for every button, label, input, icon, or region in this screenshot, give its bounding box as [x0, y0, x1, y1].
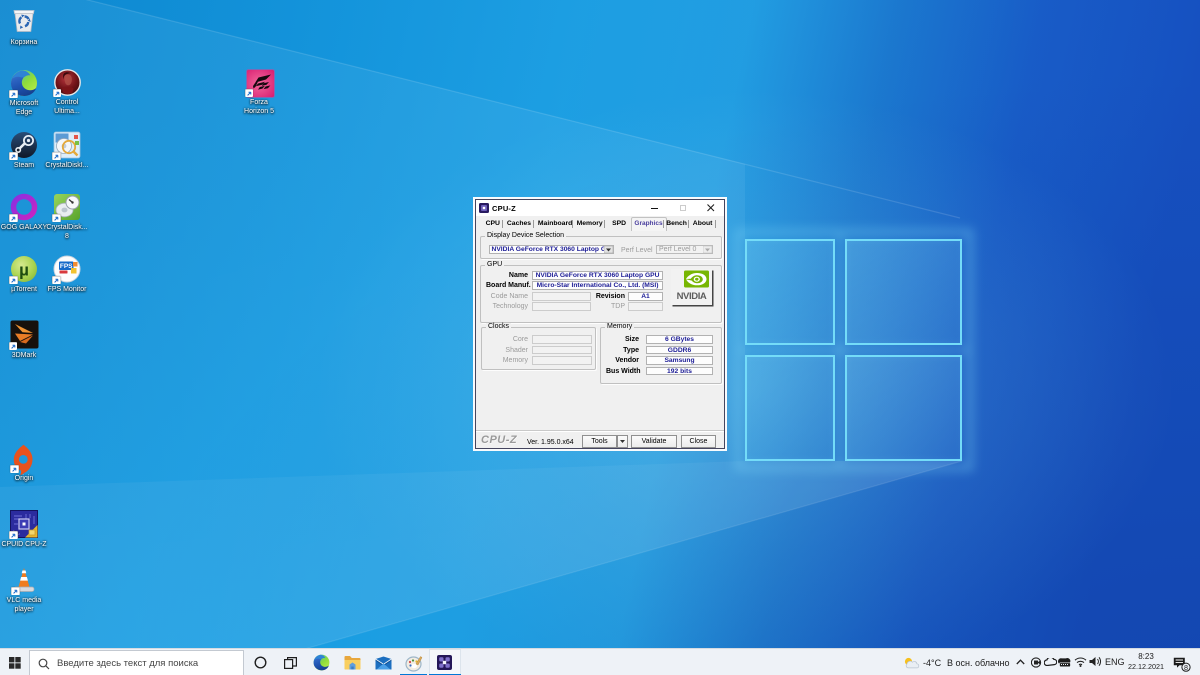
svg-text:NVIDIA: NVIDIA — [677, 291, 707, 302]
svg-text:µ: µ — [19, 261, 29, 280]
svg-text:8: 8 — [1184, 663, 1188, 672]
